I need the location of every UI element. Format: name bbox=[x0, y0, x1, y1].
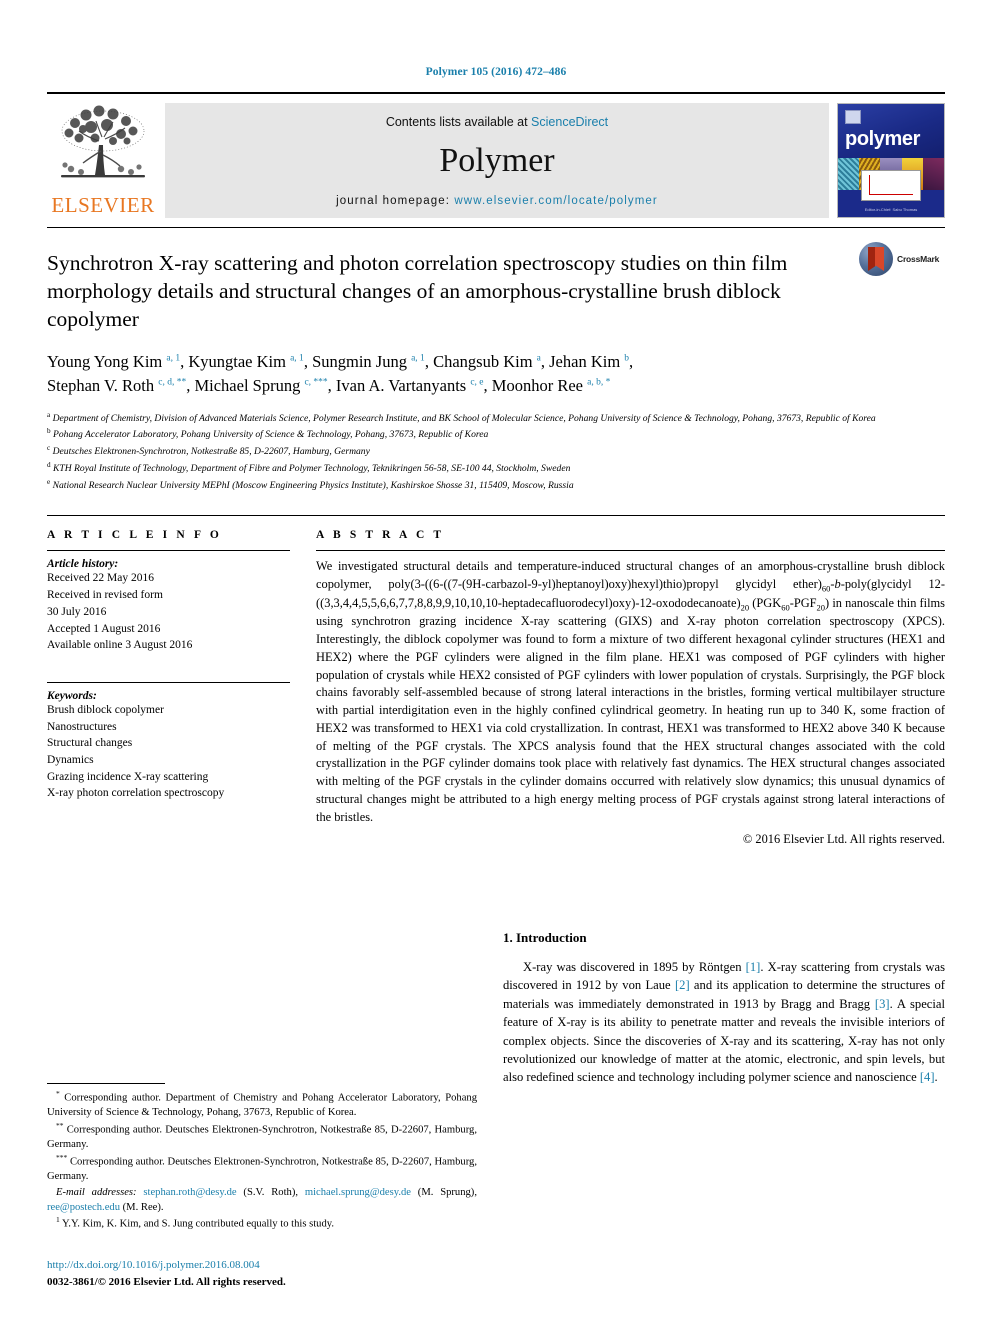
author-list: Young Yong Kim a, 1, Kyungtae Kim a, 1, … bbox=[47, 350, 867, 398]
abstract-text: We investigated structural details and t… bbox=[316, 559, 946, 824]
footnotes-column: * Corresponding author. Department of Ch… bbox=[47, 930, 477, 1290]
author-line-1: Young Yong Kim a, 1, Kyungtae Kim a, 1, … bbox=[47, 351, 634, 371]
doi-link[interactable]: http://dx.doi.org/10.1016/j.polymer.2016… bbox=[47, 1257, 477, 1274]
title-block: Synchrotron X-ray scattering and photon … bbox=[47, 228, 945, 334]
keyword-item: Nanostructures bbox=[47, 720, 117, 733]
article-history-item: 30 July 2016 bbox=[47, 605, 107, 618]
introduction-paragraph: X-ray was discovered in 1895 by Röntgen … bbox=[503, 960, 945, 1085]
journal-homepage-link[interactable]: www.elsevier.com/locate/polymer bbox=[454, 195, 657, 207]
elsevier-wordmark: ELSEVIER bbox=[51, 193, 155, 217]
affiliation-list: a Department of Chemistry, Division of A… bbox=[47, 410, 945, 494]
journal-homepage-line: journal homepage: www.elsevier.com/locat… bbox=[336, 195, 658, 207]
running-head: Polymer 105 (2016) 472–486 bbox=[425, 66, 567, 78]
introduction-heading: 1. Introduction bbox=[503, 930, 587, 945]
abstract-column: A B S T R A C T We investigated structur… bbox=[316, 529, 945, 847]
keyword-item: X-ray photon correlation spectroscopy bbox=[47, 787, 225, 800]
journal-cover-thumbnail: polymer Editor-in-Chief: Sabu Thomas bbox=[837, 103, 945, 218]
crossmark-icon bbox=[859, 242, 893, 276]
keywords-label: Keywords: bbox=[47, 689, 97, 702]
affiliation-item: d KTH Royal Institute of Technology, Dep… bbox=[47, 460, 571, 475]
cover-footer-text: Editor-in-Chief: Sabu Thomas bbox=[864, 207, 918, 212]
affiliation-item: e National Research Nuclear University M… bbox=[47, 477, 574, 491]
crossmark-badge[interactable]: CrossMark bbox=[859, 242, 945, 276]
article-info-heading: A R T I C L E I N F O bbox=[47, 529, 222, 542]
article-history-item: Available online 3 August 2016 bbox=[47, 639, 193, 652]
cover-journal-title: polymer bbox=[845, 128, 921, 150]
masthead-center: Contents lists available at ScienceDirec… bbox=[165, 103, 829, 218]
crossmark-label: CrossMark bbox=[897, 254, 940, 264]
keyword-item: Grazing incidence X-ray scattering bbox=[47, 770, 209, 783]
keyword-item: Structural changes bbox=[47, 737, 133, 750]
elsevier-tree-icon bbox=[61, 105, 145, 178]
contents-available-line: Contents lists available at ScienceDirec… bbox=[386, 115, 608, 129]
page-title: Synchrotron X-ray scattering and photon … bbox=[47, 251, 788, 331]
footnote-item: ** Corresponding author. Deutsches Elekt… bbox=[47, 1120, 477, 1151]
issn-copyright-line: 0032-3861/© 2016 Elsevier Ltd. All right… bbox=[47, 1275, 286, 1288]
lower-columns: * Corresponding author. Department of Ch… bbox=[47, 930, 945, 1290]
author-line-2: Stephan V. Roth c, d, **, Michael Sprung… bbox=[47, 375, 611, 395]
affiliation-item: c Deutsches Elektronen-Synchrotron, Notk… bbox=[47, 444, 370, 458]
cover-plot-thumbnail bbox=[861, 169, 921, 202]
article-history-item: Received 22 May 2016 bbox=[47, 572, 154, 585]
elsevier-logo: ELSEVIER bbox=[47, 103, 159, 218]
journal-masthead: ELSEVIER Contents lists available at Sci… bbox=[47, 92, 945, 218]
homepage-prefix: journal homepage: bbox=[336, 195, 455, 207]
info-abstract-section: A R T I C L E I N F O Article history: R… bbox=[47, 515, 945, 847]
abstract-copyright: © 2016 Elsevier Ltd. All rights reserved… bbox=[742, 832, 945, 847]
article-history-item: Accepted 1 August 2016 bbox=[47, 622, 161, 635]
footnote-item: *** Corresponding author. Deutsches Elek… bbox=[47, 1152, 477, 1183]
article-history-item: Received in revised form bbox=[47, 589, 163, 602]
affiliation-item: a Department of Chemistry, Division of A… bbox=[47, 410, 876, 424]
journal-article-page: Polymer 105 (2016) 472–486 ELSEVIER Cont… bbox=[0, 0, 992, 1323]
cover-publisher-badge-icon bbox=[845, 110, 861, 124]
footnote-item: 1 Y.Y. Kim, K. Kim, and S. Jung contribu… bbox=[56, 1215, 335, 1230]
footnote-separator bbox=[47, 1082, 165, 1084]
article-info-column: A R T I C L E I N F O Article history: R… bbox=[47, 529, 290, 847]
abstract-heading: A B S T R A C T bbox=[316, 529, 445, 542]
journal-name: Polymer bbox=[439, 142, 555, 179]
affiliation-item: b Pohang Accelerator Laboratory, Pohang … bbox=[47, 427, 489, 441]
footnotes-block: * Corresponding author. Department of Ch… bbox=[47, 1082, 477, 1232]
doi-block: http://dx.doi.org/10.1016/j.polymer.2016… bbox=[47, 1257, 477, 1290]
sciencedirect-link[interactable]: ScienceDirect bbox=[531, 115, 608, 129]
article-history-label: Article history: bbox=[47, 558, 119, 571]
keywords-block: Keywords: Brush diblock copolymer Nanost… bbox=[47, 681, 290, 802]
keyword-item: Brush diblock copolymer bbox=[47, 703, 164, 716]
footnote-email-addresses[interactable]: E-mail addresses: stephan.roth@desy.de (… bbox=[47, 1185, 477, 1216]
introduction-column: 1. Introduction X-ray was discovered in … bbox=[503, 930, 945, 1290]
keyword-item: Dynamics bbox=[47, 753, 94, 766]
footnote-item: * Corresponding author. Department of Ch… bbox=[47, 1088, 477, 1119]
contents-prefix: Contents lists available at bbox=[385, 115, 532, 129]
